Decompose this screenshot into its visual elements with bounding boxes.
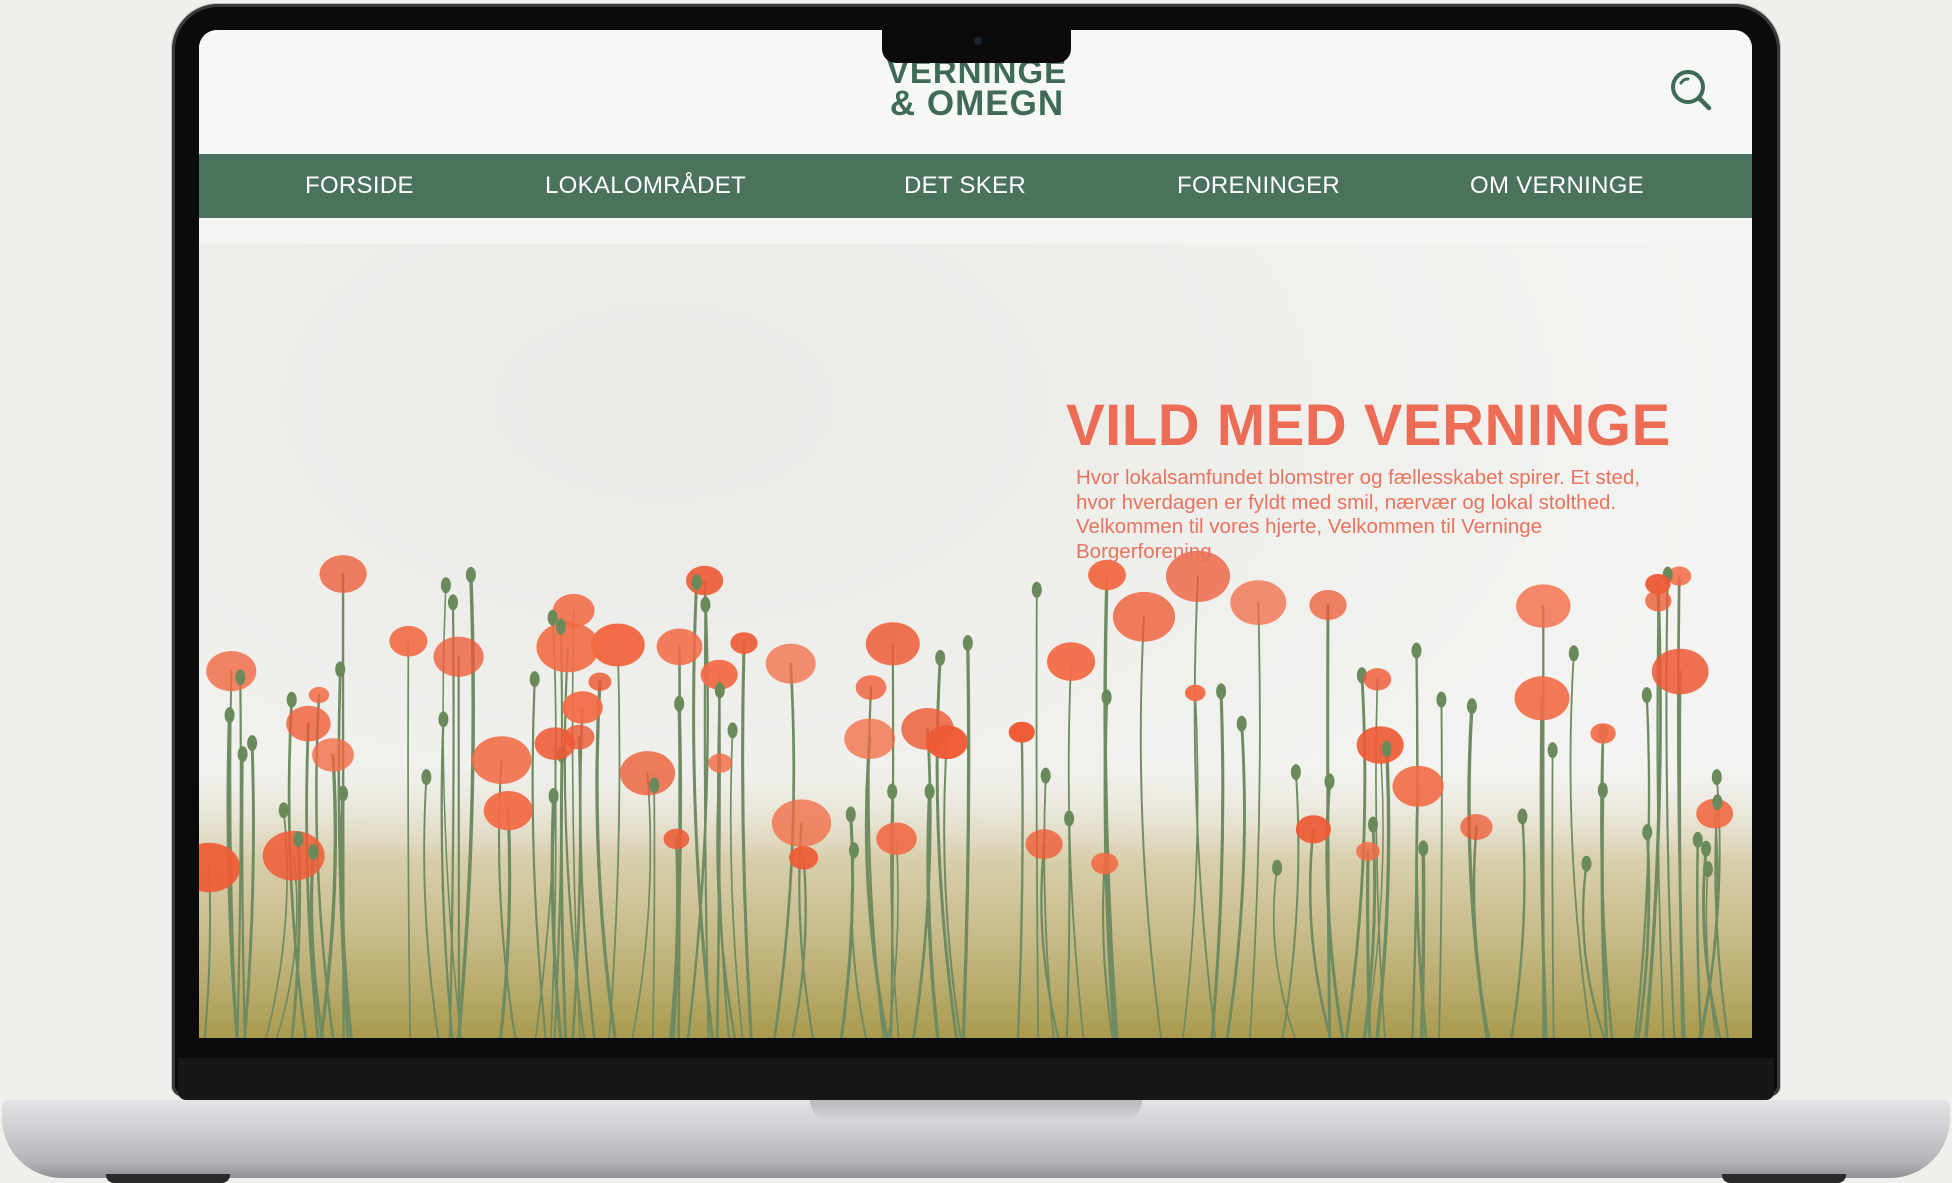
nav-item-forside[interactable]: FORSIDE (305, 154, 414, 218)
laptop-foot (1722, 1174, 1846, 1183)
camera-icon (974, 37, 982, 45)
hero-title: VILD MED VERNINGE (1066, 393, 1671, 458)
main-navigation: FORSIDE LOKALOMRÅDET DET SKER FORENINGER… (199, 154, 1752, 218)
nav-item-lokalomraadet[interactable]: LOKALOMRÅDET (545, 154, 746, 218)
laptop-base (2, 1100, 1950, 1178)
nav-item-det-sker[interactable]: DET SKER (904, 154, 1026, 218)
nav-item-foreninger[interactable]: FORENINGER (1177, 154, 1340, 218)
poppy-field-image (199, 550, 1752, 1038)
logo-line-2: & OMEGN (889, 84, 1065, 124)
hero-description: Hvor lokalsamfundet blomstrer og fælless… (1076, 466, 1640, 563)
laptop-foot (106, 1174, 230, 1183)
trackpad-notch (810, 1100, 1142, 1122)
site-logo[interactable]: VERNINGE & OMEGN (879, 55, 1075, 124)
header-spacer (199, 218, 1752, 244)
hero-section: VILD MED VERNINGE Hvor lokalsamfundet bl… (199, 244, 1752, 1038)
search-button[interactable] (1669, 68, 1713, 112)
screen-bottom-bezel (178, 1058, 1774, 1100)
camera-notch (882, 30, 1071, 63)
laptop-screen: VERNINGE & OMEGN FORSIDE LOKALOMRÅDET DE… (199, 30, 1752, 1038)
nav-item-om-verninge[interactable]: OM VERNINGE (1470, 154, 1644, 218)
search-icon (1671, 70, 1712, 111)
